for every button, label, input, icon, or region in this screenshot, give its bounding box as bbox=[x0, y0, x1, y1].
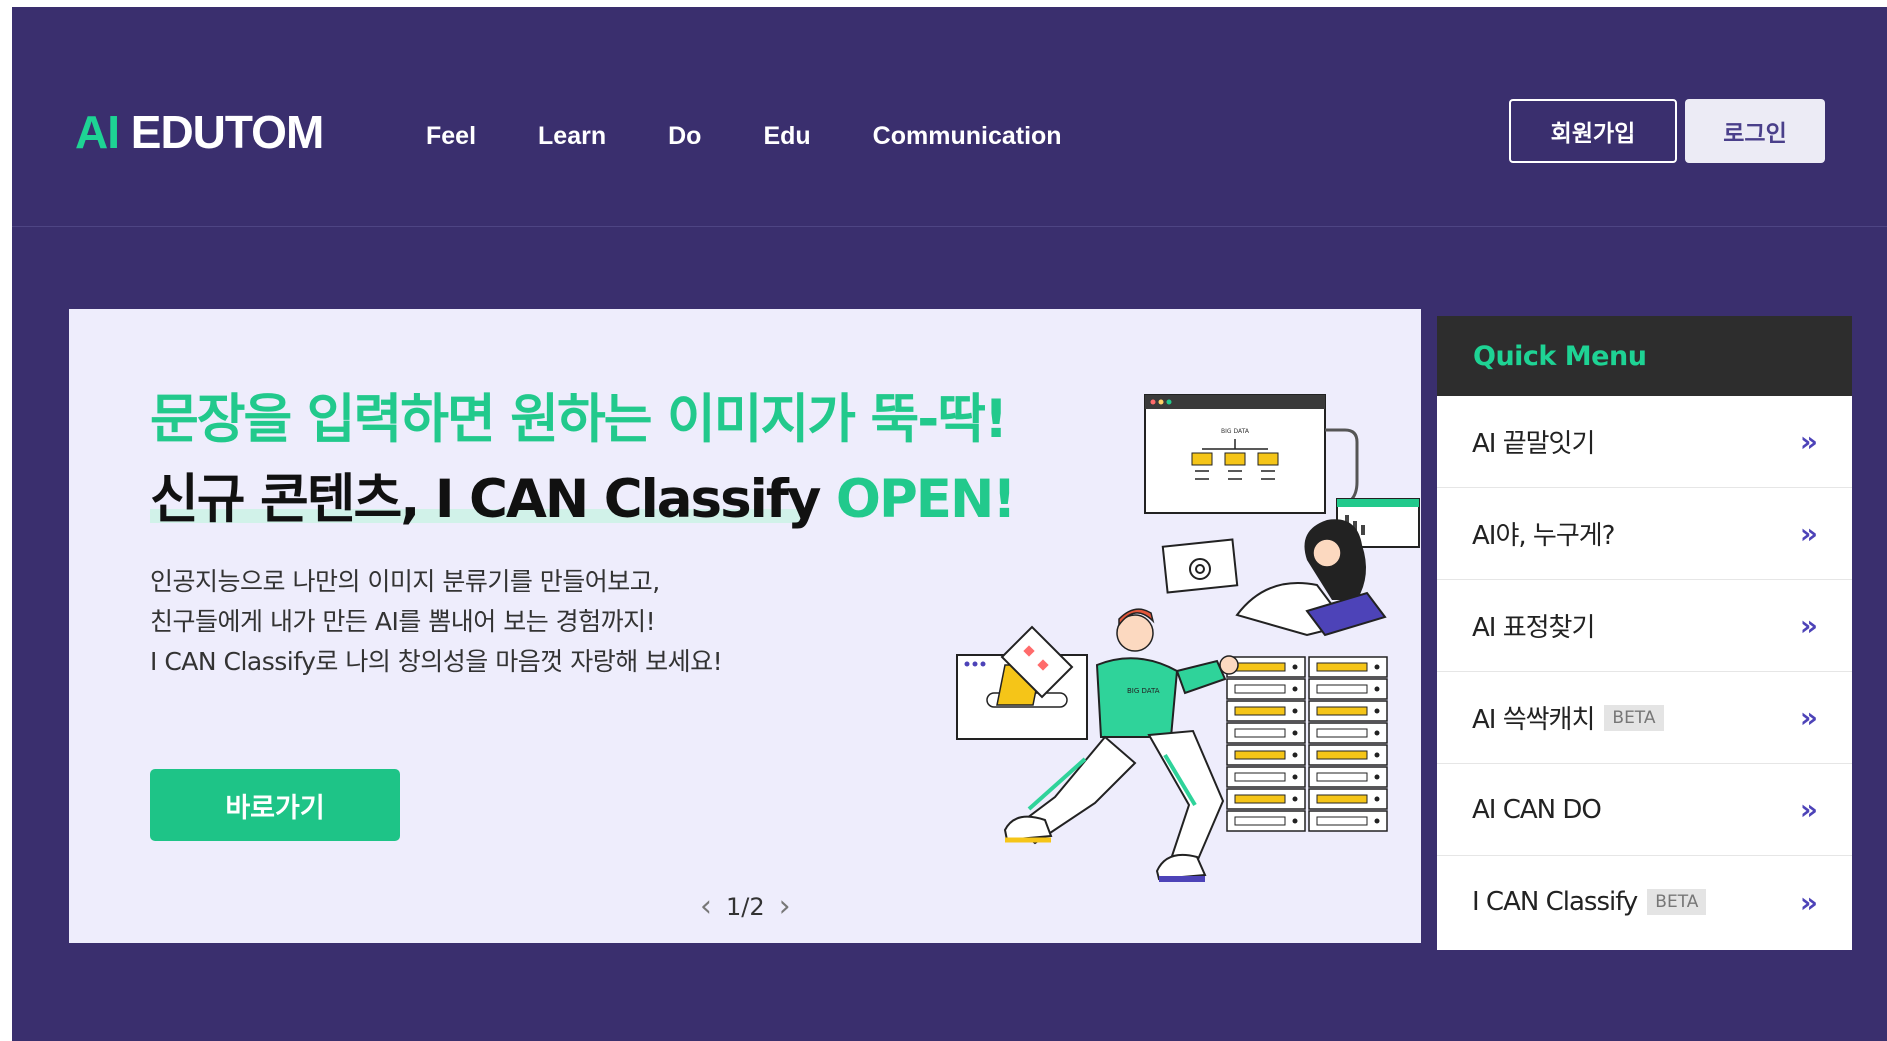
double-chevron-right-icon: » bbox=[1799, 793, 1818, 826]
double-chevron-right-icon: » bbox=[1799, 517, 1818, 550]
quick-menu-label: I CAN Classify bbox=[1472, 887, 1638, 917]
server-slot bbox=[1234, 772, 1286, 782]
headline-line-2-text: 신규 콘텐츠, I CAN Classify bbox=[150, 469, 836, 530]
slide-counter: 1/2 bbox=[726, 892, 765, 921]
server-light bbox=[1374, 664, 1380, 670]
beta-badge: BETA bbox=[1647, 889, 1707, 915]
description-line: 친구들에게 내가 만든 AI를 뽐내어 보는 경험까지! bbox=[150, 607, 656, 636]
quick-menu-label-wrap: AI 쓱싹캐치 BETA bbox=[1472, 699, 1664, 736]
quick-menu-label: AI 쓱싹캐치 bbox=[1472, 705, 1595, 735]
double-chevron-right-icon: » bbox=[1799, 885, 1818, 919]
shirt-label: BIG DATA bbox=[1127, 687, 1160, 695]
server-light bbox=[1292, 774, 1298, 780]
quick-menu: Quick Menu AI 끝말잇기 » AI야, 누구게? » AI 표정찾기… bbox=[1437, 316, 1852, 950]
server-light bbox=[1292, 730, 1298, 736]
beta-badge: BETA bbox=[1604, 704, 1664, 731]
headline-line-1: 문장을 입력하면 원하는 이미지가 뚝-딱! bbox=[150, 389, 1008, 450]
server-slot bbox=[1234, 662, 1286, 672]
server-light bbox=[1374, 752, 1380, 758]
server-slot bbox=[1316, 794, 1368, 804]
server-slot bbox=[1316, 750, 1368, 760]
nav-feel[interactable]: Feel bbox=[426, 122, 476, 151]
server-light bbox=[1292, 664, 1298, 670]
go-button[interactable]: 바로가기 bbox=[150, 769, 400, 841]
main-nav: Feel Learn Do Edu Communication bbox=[426, 122, 1124, 151]
quick-menu-item-who-am-i[interactable]: AI야, 누구게? » bbox=[1437, 488, 1852, 580]
hero-banner: 문장을 입력하면 원하는 이미지가 뚝-딱! 신규 콘텐츠, I CAN Cla… bbox=[69, 309, 1421, 943]
headline-line-2: 신규 콘텐츠, I CAN Classify OPEN! bbox=[150, 457, 1017, 533]
description-line: 인공지능으로 나만의 이미지 분류기를 만들어보고, bbox=[150, 567, 660, 596]
gear-window-icon bbox=[1161, 538, 1239, 594]
login-button[interactable]: 로그인 bbox=[1685, 99, 1825, 163]
server-slot bbox=[1316, 684, 1368, 694]
double-chevron-right-icon: » bbox=[1799, 609, 1818, 642]
quick-menu-item-find-expression[interactable]: AI 표정찾기 » bbox=[1437, 580, 1852, 672]
site-logo[interactable]: AI EDUTOM bbox=[75, 105, 325, 159]
server-light bbox=[1374, 818, 1380, 824]
server-light bbox=[1292, 708, 1298, 714]
server-light bbox=[1374, 796, 1380, 802]
slide-pager: ‹ 1/2 › bbox=[686, 889, 805, 924]
server-slot bbox=[1316, 816, 1368, 826]
illustration-label: BIG DATA bbox=[1221, 428, 1250, 435]
hierarchy-window-icon: BIG DATA bbox=[1144, 394, 1359, 520]
quick-menu-item-word-chain[interactable]: AI 끝말잇기 » bbox=[1437, 396, 1852, 488]
nav-edu[interactable]: Edu bbox=[763, 122, 810, 151]
server-slot bbox=[1316, 706, 1368, 716]
quick-menu-item-ai-can-do[interactable]: AI CAN DO » bbox=[1437, 764, 1852, 856]
server-slot bbox=[1316, 728, 1368, 738]
quick-menu-label: AI 표정찾기 bbox=[1472, 613, 1595, 643]
server-slot bbox=[1316, 662, 1368, 672]
server-light bbox=[1374, 730, 1380, 736]
site-header: AI EDUTOM Feel Learn Do Edu Communicatio… bbox=[12, 7, 1887, 227]
quick-menu-title: Quick Menu bbox=[1437, 316, 1852, 396]
quick-menu-label: AI CAN DO bbox=[1472, 794, 1602, 825]
quick-menu-label: AI 끝말잇기 bbox=[1472, 429, 1595, 459]
server-slot bbox=[1316, 772, 1368, 782]
quick-menu-label-wrap: I CAN Classify BETA bbox=[1472, 887, 1707, 917]
double-chevron-right-icon: » bbox=[1799, 425, 1818, 458]
double-chevron-right-icon: » bbox=[1799, 701, 1818, 734]
logo-brand-text: EDUTOM bbox=[119, 106, 325, 158]
server-light bbox=[1374, 708, 1380, 714]
server-light bbox=[1374, 686, 1380, 692]
server-slot bbox=[1234, 684, 1286, 694]
nav-learn[interactable]: Learn bbox=[538, 122, 606, 151]
quick-menu-item-quick-draw[interactable]: AI 쓱싹캐치 BETA » bbox=[1437, 672, 1852, 764]
logo-ai-text: AI bbox=[75, 106, 120, 158]
server-light bbox=[1292, 818, 1298, 824]
server-slot bbox=[1234, 728, 1286, 738]
banner-description: 인공지능으로 나만의 이미지 분류기를 만들어보고, 친구들에게 내가 만든 A… bbox=[150, 562, 723, 682]
server-light bbox=[1292, 686, 1298, 692]
description-line: I CAN Classify로 나의 창의성을 마음껏 자랑해 보세요! bbox=[150, 647, 723, 676]
page-frame: AI EDUTOM Feel Learn Do Edu Communicatio… bbox=[12, 7, 1887, 1041]
nav-do[interactable]: Do bbox=[668, 122, 701, 151]
quick-menu-item-i-can-classify[interactable]: I CAN Classify BETA » bbox=[1437, 856, 1852, 948]
server-slot bbox=[1234, 706, 1286, 716]
quick-menu-label: AI야, 누구게? bbox=[1472, 521, 1615, 551]
server-slot bbox=[1234, 750, 1286, 760]
prev-slide-icon[interactable]: ‹ bbox=[686, 889, 726, 924]
server-light bbox=[1374, 774, 1380, 780]
server-rack-icon bbox=[1226, 656, 1388, 832]
nav-communication[interactable]: Communication bbox=[873, 122, 1062, 151]
server-slot bbox=[1234, 816, 1286, 826]
server-light bbox=[1292, 796, 1298, 802]
server-slot bbox=[1234, 794, 1286, 804]
next-slide-icon[interactable]: › bbox=[765, 889, 805, 924]
server-light bbox=[1292, 752, 1298, 758]
big-data-illustration: BIG DATA BIG DATA bbox=[956, 394, 1420, 882]
signup-button[interactable]: 회원가입 bbox=[1509, 99, 1677, 163]
